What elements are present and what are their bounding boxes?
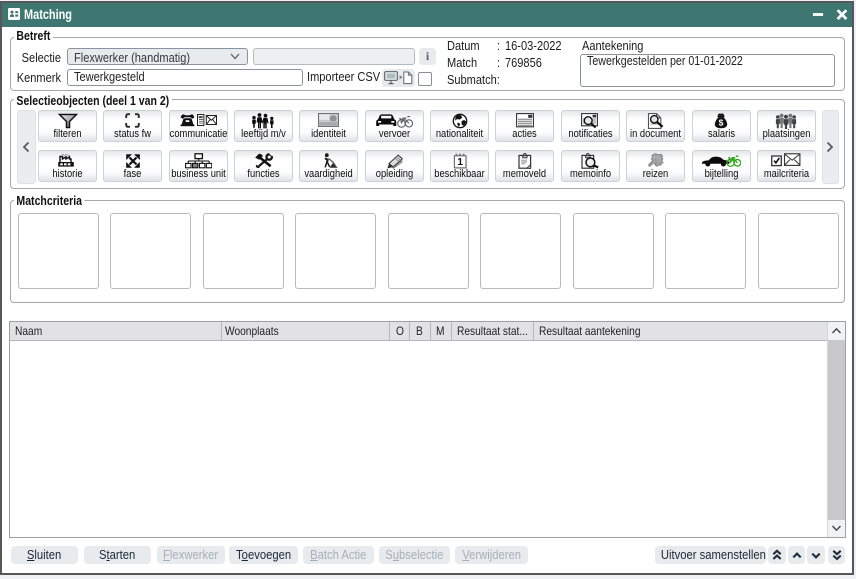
svg-text:1: 1 (457, 157, 463, 168)
svg-text:$: $ (719, 118, 724, 128)
